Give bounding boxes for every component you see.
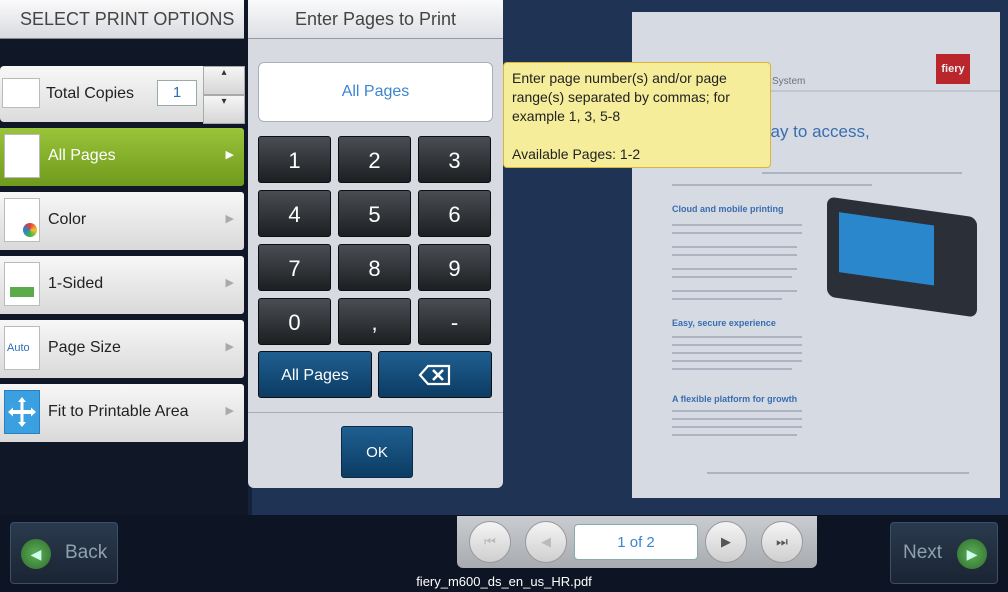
text-line (672, 410, 802, 412)
back-label: Back (65, 542, 108, 563)
fit-icon (4, 390, 40, 434)
print-options-header: SELECT PRINT OPTIONS (0, 0, 244, 39)
text-line (672, 184, 872, 186)
skip-last-icon: ⏭ (776, 534, 788, 549)
back-arrow-icon: ◀ (21, 539, 51, 569)
chevron-right-icon: ▶ (225, 341, 234, 353)
enter-pages-header: Enter Pages to Print (248, 0, 503, 39)
menu-item-label: Fit to Printable Area (48, 403, 189, 420)
text-line (672, 268, 797, 270)
menu-item-label: Page Size (48, 339, 121, 356)
total-copies-row: Total Copies 1 (0, 66, 203, 122)
text-line (672, 276, 792, 278)
preview-section-platform: A flexible platform for growth (672, 394, 798, 404)
text-line (672, 344, 802, 346)
chevron-down-icon: ▾ (221, 96, 227, 107)
key-6[interactable]: 6 (418, 190, 491, 237)
text-line (672, 426, 802, 428)
menu-item-page-size[interactable]: Auto Page Size ▶ (0, 320, 244, 378)
next-icon: ▶ (721, 534, 731, 549)
text-line (672, 336, 802, 338)
text-line (672, 352, 802, 354)
menu-item-color[interactable]: Color ▶ (0, 192, 244, 250)
key-4[interactable]: 4 (258, 190, 331, 237)
tooltip-instructions: Enter page number(s) and/or page range(s… (512, 70, 730, 124)
text-line (672, 418, 802, 420)
chevron-right-icon: ▶ (225, 277, 234, 289)
copies-decrement-button[interactable]: ▾ (203, 95, 245, 124)
key-5[interactable]: 5 (338, 190, 411, 237)
text-line (672, 254, 797, 256)
ok-button[interactable]: OK (341, 426, 413, 478)
last-page-button[interactable]: ⏭ (761, 521, 803, 563)
menu-item-all-pages[interactable]: All Pages ▶ (0, 128, 244, 186)
fiery-logo: fiery (936, 54, 970, 84)
text-line (762, 172, 962, 174)
print-options-panel: SELECT PRINT OPTIONS Total Copies 1 ▴ ▾ … (0, 0, 248, 515)
total-copies-label: Total Copies (46, 85, 135, 102)
page-navigator: ⏮ ◀ 1 of 2 ▶ ⏭ (457, 516, 817, 568)
copies-icon (2, 78, 40, 108)
text-line (672, 224, 802, 226)
key-0[interactable]: 0 (258, 298, 331, 345)
preview-heading: vay to access, (762, 122, 870, 141)
text-line (672, 290, 797, 292)
color-icon (4, 198, 40, 242)
total-copies-input[interactable]: 1 (157, 80, 197, 106)
preview-system-text: System (772, 76, 806, 87)
sides-icon (4, 262, 40, 306)
all-pages-key[interactable]: All Pages (258, 351, 372, 398)
first-page-button[interactable]: ⏮ (469, 521, 511, 563)
page-icon (4, 134, 40, 178)
chevron-right-icon: ▶ (225, 405, 234, 417)
text-line (672, 368, 792, 370)
document-filename: fiery_m600_ds_en_us_HR.pdf (416, 574, 592, 589)
key-7[interactable]: 7 (258, 244, 331, 291)
menu-item-label: 1-Sided (48, 275, 104, 292)
text-line (672, 232, 802, 234)
page-indicator-input[interactable]: 1 of 2 (574, 524, 698, 560)
backspace-icon (418, 364, 451, 386)
previous-icon: ◀ (541, 534, 551, 549)
key-comma[interactable]: , (338, 298, 411, 345)
text-line (672, 434, 797, 436)
preview-section-cloud: Cloud and mobile printing (672, 204, 784, 214)
text-line (672, 246, 797, 248)
skip-first-icon: ⏮ (484, 534, 496, 549)
footer-line (707, 472, 969, 474)
key-2[interactable]: 2 (338, 136, 411, 183)
terminal-device-image (827, 196, 977, 318)
backspace-key[interactable] (378, 351, 492, 398)
tooltip-available-pages: Available Pages: 1-2 (512, 146, 641, 162)
menu-item-sides[interactable]: 1-Sided ▶ (0, 256, 244, 314)
previous-page-button[interactable]: ◀ (525, 521, 567, 563)
enter-pages-title: Enter Pages to Print (294, 9, 457, 29)
chevron-up-icon: ▴ (221, 67, 227, 78)
text-line (672, 360, 802, 362)
menu-item-label: All Pages (48, 147, 116, 164)
menu-item-fit-to-printable-area[interactable]: Fit to Printable Area ▶ (0, 384, 244, 442)
key-dash[interactable]: - (418, 298, 491, 345)
key-8[interactable]: 8 (338, 244, 411, 291)
pages-input[interactable]: All Pages (258, 62, 493, 122)
key-1[interactable]: 1 (258, 136, 331, 183)
next-arrow-icon: ▶ (957, 539, 987, 569)
print-options-title: SELECT PRINT OPTIONS (20, 9, 235, 29)
next-label: Next (903, 542, 943, 563)
menu-item-label: Color (48, 211, 87, 228)
chevron-right-icon: ▶ (225, 213, 234, 225)
key-9[interactable]: 9 (418, 244, 491, 291)
enter-pages-dialog: Enter Pages to Print All Pages 1 2 3 4 5… (248, 0, 503, 488)
next-page-button[interactable]: ▶ (705, 521, 747, 563)
chevron-right-icon: ▶ (225, 149, 234, 161)
text-line (672, 298, 782, 300)
enter-pages-footer: OK (248, 412, 503, 488)
key-3[interactable]: 3 (418, 136, 491, 183)
page-size-icon: Auto (4, 326, 40, 370)
preview-section-secure: Easy, secure experience (672, 318, 776, 328)
copies-increment-button[interactable]: ▴ (203, 66, 245, 95)
pages-help-tooltip: Enter page number(s) and/or page range(s… (503, 62, 771, 168)
